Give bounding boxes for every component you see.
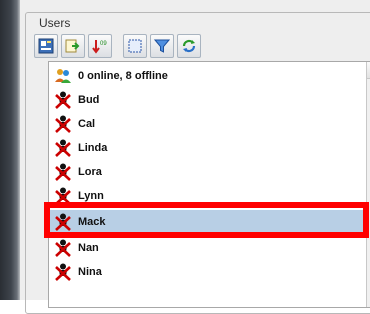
user-row-nina[interactable]: Nina	[49, 260, 366, 284]
user-list[interactable]: 0 online, 8 offline Bud Cal Linda Lora L…	[48, 61, 370, 308]
user-name: Bud	[78, 94, 100, 106]
user-name: Linda	[78, 142, 108, 154]
offline-user-icon	[53, 139, 73, 157]
users-toolbar: 09	[34, 33, 204, 59]
user-row-cal[interactable]: Cal	[49, 112, 366, 136]
user-name: Lora	[78, 166, 102, 178]
filter-icon	[154, 39, 170, 53]
user-row-nan[interactable]: Nan	[49, 236, 366, 260]
sort-users-icon: 09	[92, 40, 107, 54]
users-group-icon	[53, 67, 73, 85]
filter-button[interactable]	[150, 34, 174, 58]
export-icon	[65, 39, 80, 53]
offline-user-icon	[53, 239, 73, 257]
users-panel: Users 09 0 online, 8 offline Bud Cal Lin…	[20, 0, 370, 314]
export-button[interactable]	[61, 34, 85, 58]
user-row-bud[interactable]: Bud	[49, 88, 366, 112]
sort-users-button[interactable]: 09	[88, 34, 112, 58]
offline-user-icon	[53, 91, 73, 109]
svg-text:09: 09	[100, 41, 107, 47]
user-profile-button[interactable]	[34, 34, 58, 58]
select-all-icon	[128, 39, 142, 53]
user-row-lora[interactable]: Lora	[49, 160, 366, 184]
select-all-button[interactable]	[123, 34, 147, 58]
online-status-summary: 0 online, 8 offline	[78, 70, 168, 82]
offline-user-icon	[53, 163, 73, 181]
user-name: Cal	[78, 118, 96, 130]
group-title: Users	[36, 15, 74, 31]
refresh-icon	[182, 39, 196, 53]
offline-user-icon	[53, 263, 73, 281]
background-edge	[0, 0, 20, 300]
annotation-highlight-box	[44, 202, 369, 238]
vertical-scrollbar[interactable]	[366, 62, 370, 307]
offline-user-icon	[53, 115, 73, 133]
user-profile-icon	[38, 38, 54, 54]
user-name: Nina	[78, 266, 102, 278]
user-row-linda[interactable]: Linda	[49, 136, 366, 160]
user-name: Lynn	[78, 190, 104, 202]
list-header-row[interactable]: 0 online, 8 offline	[49, 64, 366, 88]
refresh-button[interactable]	[177, 34, 201, 58]
user-name: Nan	[78, 242, 99, 254]
